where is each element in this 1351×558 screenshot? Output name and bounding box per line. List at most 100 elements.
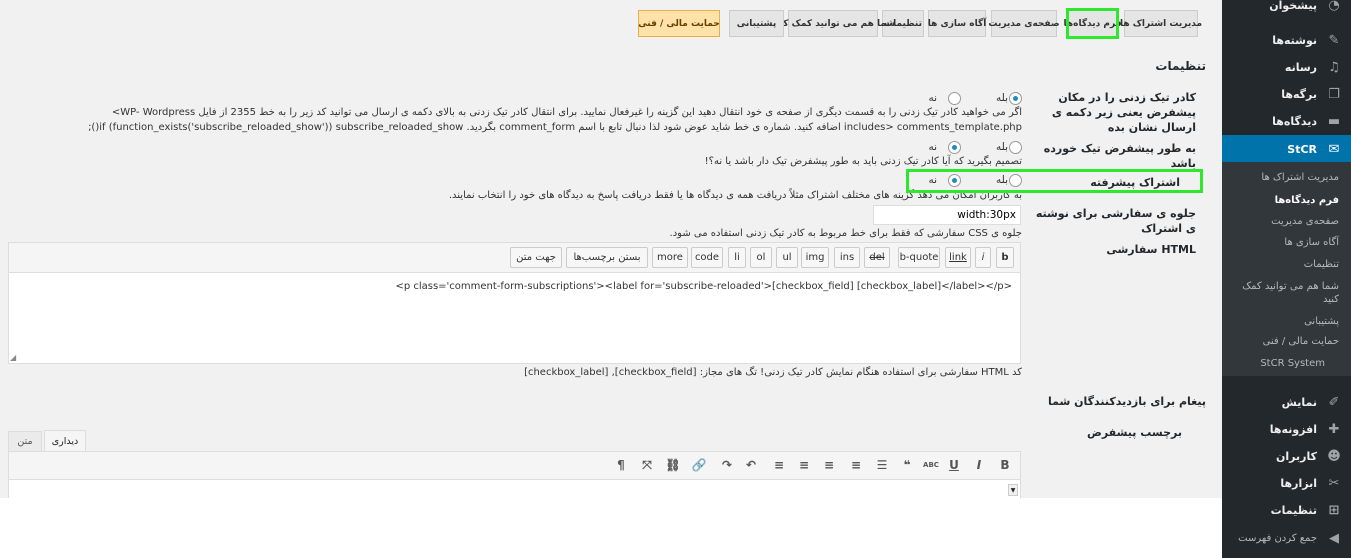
tab-3[interactable]: صفحه‌ی مدیریت (988, 10, 1060, 37)
scroll-down-icon[interactable]: ▼ (1008, 484, 1018, 496)
editor-toolbar-button-13[interactable]: 🔗 (690, 456, 708, 474)
default-checked-yes-radio[interactable] (1009, 141, 1022, 154)
highlight-advanced-subscription (906, 169, 1203, 193)
quicktag-button-8[interactable]: ul (776, 247, 798, 268)
menu-item-bottom-4[interactable]: ✂ ابزارها (1222, 470, 1351, 496)
menu-item-label: کاربران (1276, 449, 1317, 463)
editor-toolbar-button-11[interactable]: ↶ (742, 456, 760, 474)
envelope-icon: ✉ (1328, 141, 1340, 157)
menu-item-3[interactable]: ♫ رسانه (1222, 54, 1351, 80)
submenu-item-5[interactable]: تنظیمات (1222, 258, 1351, 271)
checkbox-location-description-1: اگر می خواهید کادر تیک زدنی را به قسمت د… (111, 107, 1022, 118)
menu-item-label: تنظیمات (1270, 503, 1317, 517)
checkbox-location-label: کادر تیک زدنی را در مکان پیشفرض یعنی زیر… (1051, 91, 1196, 134)
editor-toolbar-button-1[interactable]: B (996, 456, 1014, 474)
tab-7[interactable]: پشتیبانی (729, 10, 784, 37)
editor-toolbar-button-15[interactable]: ⤧ (638, 456, 656, 474)
menu-item-bottom-2[interactable]: ✚ افزونه‌ها (1222, 416, 1351, 442)
editor-toolbar-button-7[interactable]: ≡ (847, 456, 865, 474)
quicktag-button-3[interactable]: link (945, 247, 971, 268)
menu-item-bottom-6[interactable]: ◀ جمع کردن فهرست (1222, 525, 1351, 551)
checkbox-location-no-radio[interactable] (948, 92, 961, 105)
default-checked-no-radio[interactable] (948, 141, 961, 154)
submenu-item-7[interactable]: پشتیبانی (1222, 315, 1351, 328)
menu-item-1[interactable]: ◔ پیشخوان (1222, 0, 1351, 18)
quicktag-button-14[interactable]: جهت متن (510, 247, 562, 268)
pages-icon: ❐ (1328, 86, 1340, 102)
checkbox-location-yes-radio[interactable] (1009, 92, 1022, 105)
submenu-item-9[interactable]: StCR System (1208, 357, 1337, 370)
menu-item-bottom-5[interactable]: ⊞ تنظیمات (1222, 497, 1351, 523)
submenu-item-6[interactable]: شما هم می توانید کمک کنید (1222, 280, 1351, 306)
settings-icon: ⊞ (1328, 502, 1340, 518)
tab-4[interactable]: آگاه سازی ها (928, 10, 986, 37)
quicktag-button-1[interactable]: b (996, 247, 1014, 268)
menu-item-6[interactable]: ✉ StCR (1222, 135, 1351, 163)
menu-item-label: ابزارها (1280, 476, 1317, 490)
css-style-description: جلوه ی CSS سفارشی که فقط برای خط مربوط ب… (669, 228, 1022, 239)
menu-item-5[interactable]: ▬ دیدگاه‌ها (1222, 108, 1351, 134)
submenu-item-3[interactable]: صفحه‌ی مدیریت (1222, 215, 1351, 228)
editor-toolbar-button-8[interactable]: ≡ (820, 456, 838, 474)
quicktag-button-6[interactable]: ins (834, 247, 860, 268)
quicktag-button-5[interactable]: del (864, 247, 890, 268)
quicktag-button-11[interactable]: code (691, 247, 723, 268)
default-checked-no-label: نه (928, 141, 937, 153)
media-icon: ♫ (1328, 59, 1340, 75)
quicktag-button-4[interactable]: b-quote (898, 247, 940, 268)
brush-icon: ✐ (1328, 394, 1340, 410)
editor-tab-text[interactable]: متن (8, 431, 42, 451)
quicktag-button-7[interactable]: img (801, 247, 829, 268)
editor-toolbar-button-14[interactable]: ⛓ (664, 456, 682, 474)
editor-toolbar-button-10[interactable]: ≡ (770, 456, 788, 474)
quicktag-button-12[interactable]: more (652, 247, 688, 268)
tab-8[interactable]: حمایت مالی / فنی (638, 10, 720, 37)
editor-toolbar-button-3[interactable]: U (945, 456, 963, 474)
css-style-input[interactable] (873, 205, 1021, 225)
custom-html-content[interactable]: <p class='comment-form-subscriptions'><l… (395, 281, 1012, 292)
menu-item-label: StCR (1287, 142, 1317, 156)
section-title: تنظیمات (1155, 59, 1206, 73)
custom-html-label: HTML سفارشی (1106, 243, 1196, 256)
quicktag-button-9[interactable]: ol (750, 247, 772, 268)
quicktag-button-2[interactable]: i (975, 247, 991, 268)
editor-toolbar-button-9[interactable]: ≡ (795, 456, 813, 474)
menu-item-4[interactable]: ❐ برگه‌ها (1222, 81, 1351, 107)
editor-toolbar-button-4[interactable]: ABC (922, 456, 940, 474)
collapse-icon: ◀ (1329, 530, 1339, 546)
highlight-tab (1066, 8, 1119, 39)
stcr-submenu: مدیریت اشتراک ها فرم دیدگاه‌ها صفحه‌ی مدیر… (1222, 162, 1351, 376)
tab-1[interactable]: مدیریت اشتراک ها (1120, 10, 1202, 37)
users-icon: ☻ (1327, 448, 1341, 464)
submenu-item-2[interactable]: فرم دیدگاه‌ها (1222, 194, 1351, 207)
editor-toolbar-button-6[interactable]: ☰ (873, 456, 891, 474)
tab-6[interactable]: شما هم می توانید کمک کنید (771, 10, 895, 37)
menu-item-bottom-3[interactable]: ☻ کاربران (1222, 443, 1351, 469)
submenu-item-8[interactable]: حمایت مالی / فنی (1222, 335, 1351, 348)
resize-handle-icon[interactable]: ◢ (10, 353, 16, 362)
admin-sidebar: ◔ پیشخوان ✎ نوشته‌ها ♫ رسانه ❐ برگه‌ها ▬ دیدگاه‌ه… (1222, 0, 1351, 558)
checkbox-location-description-2: includes> comments_template.php اضافه کن… (88, 122, 1022, 133)
editor-toolbar-button-12[interactable]: ↷ (718, 456, 736, 474)
custom-html-description: کد HTML سفارشی برای استفاده هنگام نمایش … (524, 367, 1022, 378)
menu-item-label: دیدگاه‌ها (1272, 114, 1317, 128)
plugin-icon: ✚ (1328, 421, 1340, 437)
submenu-item-4[interactable]: آگاه سازی ها (1222, 236, 1351, 249)
menu-item-label: نمایش (1281, 395, 1317, 409)
pin-icon: ✎ (1328, 32, 1340, 48)
editor-toolbar-button-5[interactable]: ❝ (898, 456, 916, 474)
visual-editor-toolbar (9, 452, 1020, 480)
submenu-item-1[interactable]: مدیریت اشتراک ها (1222, 171, 1351, 184)
checkbox-location-yes-label: بله (995, 92, 1008, 104)
quicktag-button-13[interactable]: بستن برچسب‌ها (566, 247, 648, 268)
quicktag-button-10[interactable]: li (728, 247, 746, 268)
menu-item-label: نوشته‌ها (1272, 33, 1317, 47)
editor-toolbar-button-2[interactable]: I (970, 456, 988, 474)
menu-item-2[interactable]: ✎ نوشته‌ها (1222, 27, 1351, 53)
main-content: مدیریت اشتراک ها فرم دیدگاه‌ها صفحه‌ی مدیر… (0, 0, 1222, 498)
menu-item-label: رسانه (1284, 60, 1317, 74)
checkbox-location-no-label: نه (928, 92, 937, 104)
editor-toolbar-button-16[interactable]: ¶ (612, 456, 630, 474)
editor-tab-visual[interactable]: دیداری (44, 430, 86, 451)
menu-item-bottom-1[interactable]: ✐ نمایش (1222, 389, 1351, 415)
